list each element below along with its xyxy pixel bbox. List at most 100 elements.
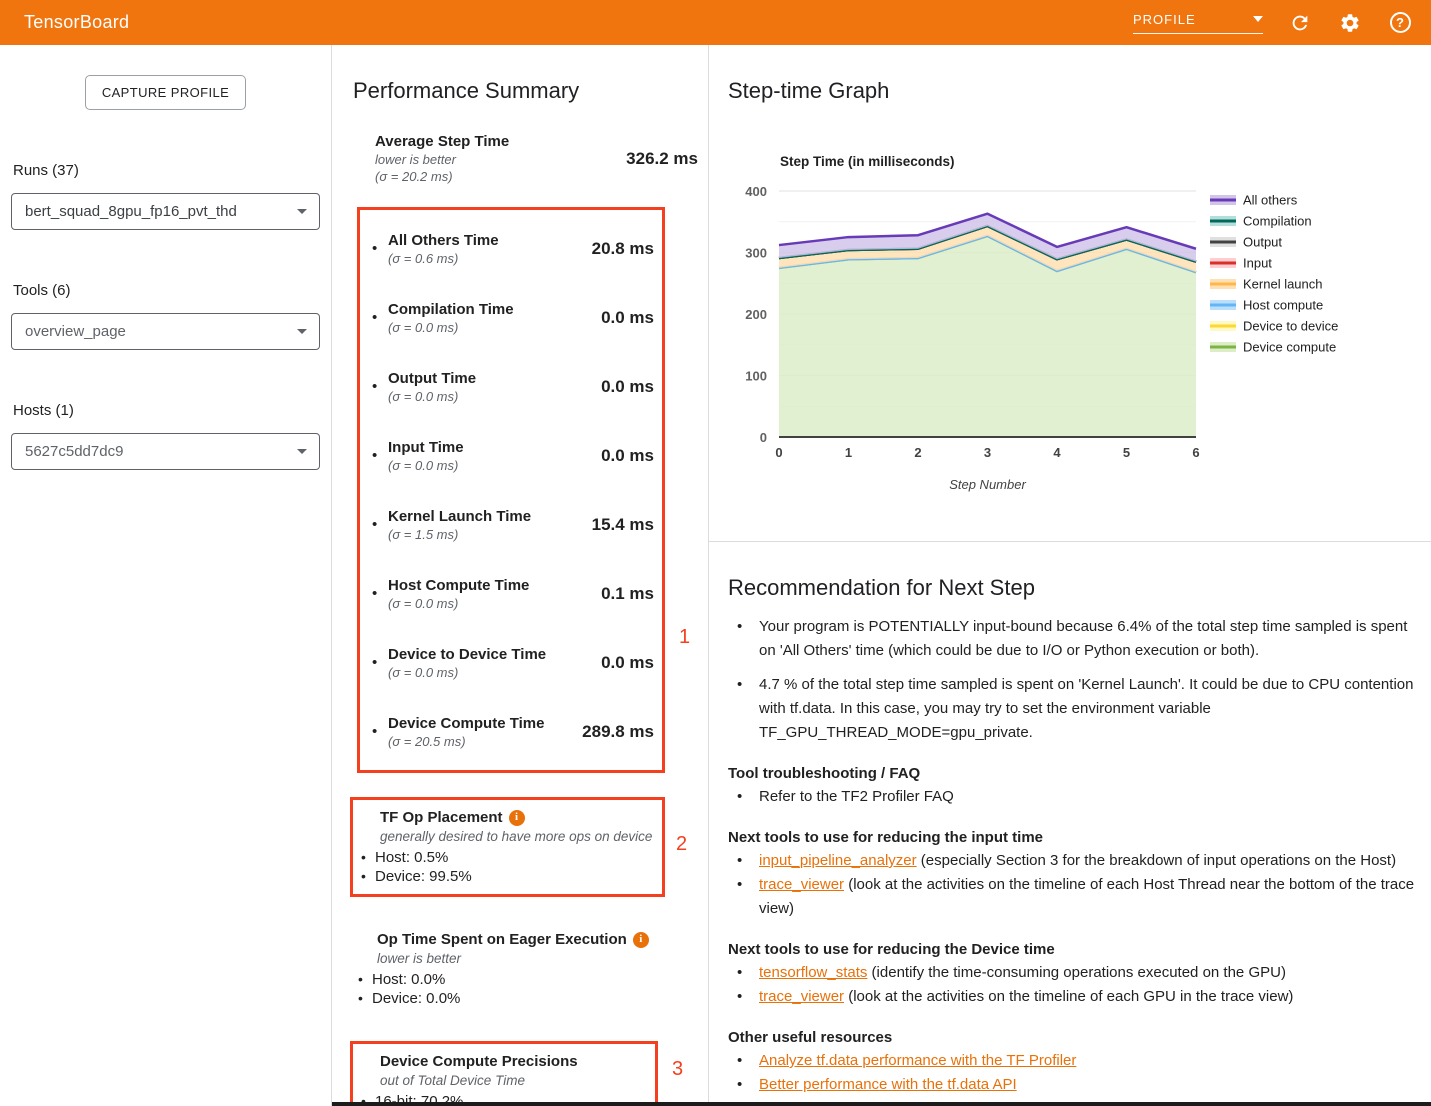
chart-text: 6 xyxy=(1192,445,1199,460)
compute-precisions-title-text: Device Compute Precisions xyxy=(380,1051,578,1072)
bottom-edge-bar xyxy=(332,1102,1431,1106)
chart-text: Device compute xyxy=(1243,340,1336,355)
legend-item xyxy=(1210,195,1236,205)
chart-text: 400 xyxy=(745,184,767,199)
recommendation-section-list: Analyze tf.data performance with the TF … xyxy=(737,1049,1427,1097)
legend-swatch-line xyxy=(1210,199,1236,202)
header-toolbar: PROFILE ? xyxy=(1133,10,1413,36)
chart-text: Step Time (in milliseconds) xyxy=(780,154,955,169)
chart-text: 100 xyxy=(745,369,767,384)
recommendation-item: Refer to the TF2 Profiler FAQ xyxy=(737,785,1427,809)
tool-link[interactable]: Better performance with the tf.data API xyxy=(759,1076,1017,1093)
legend-swatch-line xyxy=(1210,220,1236,223)
tool-link[interactable]: Analyze tf.data performance with the TF … xyxy=(759,1052,1076,1069)
chevron-down-icon xyxy=(297,449,307,454)
annotation-number: 2 xyxy=(676,833,687,856)
help-icon[interactable]: ? xyxy=(1387,10,1413,36)
settings-gear-icon[interactable] xyxy=(1337,10,1363,36)
help-icon-glyph: ? xyxy=(1390,12,1411,33)
recommendation-item-text: Analyze tf.data performance with the TF … xyxy=(759,1049,1076,1073)
recommendation-title: Recommendation for Next Step xyxy=(728,575,1431,601)
bullet-dot: • xyxy=(372,378,388,395)
bullet-dot: • xyxy=(372,447,388,464)
metric-text: Input Time(σ = 0.0 ms) xyxy=(388,438,601,474)
metrics-highlight-box: •All Others Time(σ = 0.6 ms)20.8 ms•Comp… xyxy=(357,207,665,773)
sidebar-selectors: Runs (37)bert_squad_8gpu_fp16_pvt_thd Too… xyxy=(0,162,331,470)
chart-text: Host compute xyxy=(1243,298,1323,313)
metric-value: 0.0 ms xyxy=(601,308,654,328)
legend-swatch-line xyxy=(1210,241,1236,244)
recommendation-bullet: Your program is POTENTIALLY input-bound … xyxy=(737,615,1415,663)
metric-value: 0.0 ms xyxy=(601,377,654,397)
legend-swatch-line xyxy=(1210,304,1236,307)
chart-text: All others xyxy=(1243,193,1298,208)
recommendation-item-text: Refer to the TF2 Profiler FAQ xyxy=(759,785,954,809)
sidebar-select-value: bert_squad_8gpu_fp16_pvt_thd xyxy=(25,203,237,220)
metric-text: Kernel Launch Time(σ = 1.5 ms) xyxy=(388,507,592,543)
step-time-graph-title: Step-time Graph xyxy=(728,78,1431,104)
chart-text: Kernel launch xyxy=(1243,277,1323,292)
sidebar-group-label: Tools (6) xyxy=(13,282,320,299)
dashboard-select[interactable]: PROFILE xyxy=(1133,12,1263,34)
legend-swatch-line xyxy=(1210,325,1236,328)
chart-text: 3 xyxy=(984,445,991,460)
metric-value: 289.8 ms xyxy=(582,722,654,742)
recommendation-bullets: Your program is POTENTIALLY input-bound … xyxy=(737,615,1415,745)
tool-link[interactable]: trace_viewer xyxy=(759,988,844,1005)
legend-swatch-line xyxy=(1210,262,1236,265)
sidebar-select[interactable]: overview_page xyxy=(11,313,320,350)
tool-link[interactable]: trace_viewer xyxy=(759,876,844,893)
capture-profile-button[interactable]: CAPTURE PROFILE xyxy=(85,75,246,110)
recommendation-item-text: trace_viewer (look at the activities on … xyxy=(759,873,1427,921)
main-content: CAPTURE PROFILE Runs (37)bert_squad_8gpu… xyxy=(0,45,1431,1106)
sidebar-select[interactable]: bert_squad_8gpu_fp16_pvt_thd xyxy=(11,193,320,230)
refresh-icon[interactable] xyxy=(1287,10,1313,36)
tool-link[interactable]: input_pipeline_analyzer xyxy=(759,852,917,869)
chart-text: 2 xyxy=(914,445,921,460)
info-icon[interactable]: i xyxy=(509,810,525,826)
legend-item xyxy=(1210,321,1236,331)
bullet-dot: • xyxy=(372,516,388,533)
legend-swatch-line xyxy=(1210,283,1236,286)
recommendation-section-heading: Next tools to use for reducing the Devic… xyxy=(728,941,1431,958)
sidebar-select[interactable]: 5627c5dd7dc9 xyxy=(11,433,320,470)
metric-label: Kernel Launch Time xyxy=(388,507,592,526)
recommendation-item: trace_viewer (look at the activities on … xyxy=(737,985,1427,1009)
chart-text: Output xyxy=(1243,235,1282,250)
legend-item xyxy=(1210,258,1236,268)
recommendation-section-list: tensorflow_stats (identify the time-cons… xyxy=(737,961,1427,1009)
legend-item xyxy=(1210,279,1236,289)
info-icon[interactable]: i xyxy=(633,932,649,948)
compute-precisions-box: Device Compute Precisions out of Total D… xyxy=(350,1041,658,1106)
metric-sigma: (σ = 0.0 ms) xyxy=(388,664,601,681)
sidebar-group: Runs (37)bert_squad_8gpu_fp16_pvt_thd xyxy=(11,162,320,230)
legend-item xyxy=(1210,237,1236,247)
recommendation-item: Better performance with the tf.data API xyxy=(737,1073,1427,1097)
metric-row: •Kernel Launch Time(σ = 1.5 ms)15.4 ms xyxy=(372,490,654,559)
metric-text: Compilation Time(σ = 0.0 ms) xyxy=(388,300,601,336)
chart-text: 300 xyxy=(745,246,767,261)
metric-row: •Compilation Time(σ = 0.0 ms)0.0 ms xyxy=(372,283,654,352)
average-step-time-label: Average Step Time xyxy=(375,132,509,151)
metric-text: Host Compute Time(σ = 0.0 ms) xyxy=(388,576,601,612)
chart-text: 0 xyxy=(775,445,782,460)
metric-sigma: (σ = 20.5 ms) xyxy=(388,733,582,750)
metric-sigma: (σ = 0.0 ms) xyxy=(388,388,601,405)
recommendation-item: tensorflow_stats (identify the time-cons… xyxy=(737,961,1427,985)
recommendation-section-list: input_pipeline_analyzer (especially Sect… xyxy=(737,849,1427,921)
bullet-dot: • xyxy=(372,309,388,326)
chevron-down-icon xyxy=(1253,16,1263,22)
metric-value: 0.1 ms xyxy=(601,584,654,604)
metric-label: Device Compute Time xyxy=(388,714,582,733)
tool-link[interactable]: tensorflow_stats xyxy=(759,964,867,981)
metric-label: Compilation Time xyxy=(388,300,601,319)
recommendation-item-text: tensorflow_stats (identify the time-cons… xyxy=(759,961,1286,985)
metric-sigma: (σ = 0.0 ms) xyxy=(388,457,601,474)
recommendation-section-list: Refer to the TF2 Profiler FAQ xyxy=(737,785,1427,809)
legend-swatch-line xyxy=(1210,346,1236,349)
performance-summary-title: Performance Summary xyxy=(353,78,708,104)
compute-precisions-title: Device Compute Precisions xyxy=(380,1051,647,1072)
metric-sigma: (σ = 0.0 ms) xyxy=(388,319,601,336)
area-device-compute xyxy=(779,236,1196,437)
chevron-down-icon xyxy=(297,209,307,214)
